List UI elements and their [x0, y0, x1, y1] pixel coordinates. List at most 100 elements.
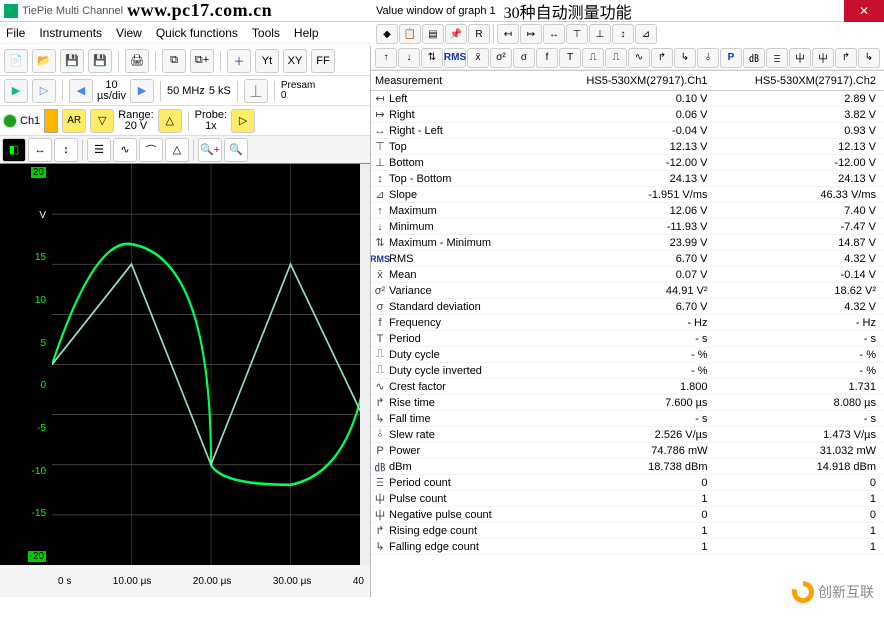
meas-row[interactable]: σStandard deviation6.70 V4.32 V	[371, 299, 884, 315]
menu-instruments[interactable]: Instruments	[39, 26, 102, 40]
meas-row[interactable]: ↳Falling edge count11	[371, 539, 884, 555]
mt-mm-icon[interactable]: ⇅	[421, 48, 443, 68]
meas-row[interactable]: ⊿Slope-1.951 V/ms46.33 V/ms	[371, 187, 884, 203]
trigger-icon[interactable]: ⏊	[244, 79, 268, 103]
ct-list-icon[interactable]: ☰	[87, 138, 111, 162]
range-value[interactable]: 20 V	[125, 121, 148, 132]
menu-quick[interactable]: Quick functions	[156, 26, 238, 40]
scopeplus-icon[interactable]: ⧉+	[190, 49, 214, 73]
meas-row[interactable]: ⼬Pulse count11	[371, 491, 884, 507]
print-icon[interactable]: 🖨	[125, 49, 149, 73]
ch-axis-icon[interactable]	[44, 109, 58, 133]
mt-fec-icon[interactable]: ↳	[858, 48, 880, 68]
ct-tri-icon[interactable]: △	[165, 138, 189, 162]
mt-crest-icon[interactable]: ∿	[628, 48, 650, 68]
ch-led-icon[interactable]	[4, 115, 16, 127]
mt-fall-icon[interactable]: ↳	[674, 48, 696, 68]
meas-row[interactable]: ⎍Duty cycle- %- %	[371, 347, 884, 363]
open-icon[interactable]: 📂	[32, 49, 56, 73]
yt-icon[interactable]: Yt	[255, 49, 279, 73]
meas-row[interactable]: σ²Variance44.91 V²18.62 V²	[371, 283, 884, 299]
close-button[interactable]: ✕	[844, 0, 884, 22]
meas-row[interactable]: PPower74.786 mW31.032 mW	[371, 443, 884, 459]
meas-row[interactable]: ㏈dBm18.738 dBm14.918 dBm	[371, 459, 884, 475]
meas-row[interactable]: ↦Right0.06 V3.82 V	[371, 107, 884, 123]
tb-right-icon[interactable]: ▶	[130, 79, 154, 103]
fft-icon[interactable]: FF	[311, 49, 335, 73]
mt-rms-icon[interactable]: RMS	[444, 48, 466, 68]
rt-bot-icon[interactable]: ⊥	[589, 24, 611, 44]
ct-sine-icon[interactable]: ∿	[113, 138, 137, 162]
ct-v-icon[interactable]: ↕	[54, 138, 78, 162]
mt-pulse-icon[interactable]: ⼬	[789, 48, 811, 68]
meas-row[interactable]: ↤Left0.10 V2.89 V	[371, 91, 884, 107]
rt-clip-icon[interactable]: 📋	[399, 24, 421, 44]
rt-slope-icon[interactable]: ⊿	[635, 24, 657, 44]
plot[interactable]	[52, 164, 370, 565]
ch-ar[interactable]: AR	[62, 109, 86, 133]
ct-zoomout-icon[interactable]: 🔍	[224, 138, 248, 162]
cursor-plus-icon[interactable]: ＋	[227, 49, 251, 73]
probe-tri-icon[interactable]: ▷	[231, 109, 255, 133]
save-icon[interactable]: 💾	[60, 49, 84, 73]
meas-row[interactable]: ⇅Maximum - Minimum23.99 V14.87 V	[371, 235, 884, 251]
rt-grid-icon[interactable]: ▤	[422, 24, 444, 44]
rt-top-icon[interactable]: ⊤	[566, 24, 588, 44]
meas-row[interactable]: ⊥Bottom-12.00 V-12.00 V	[371, 155, 884, 171]
ct-env-icon[interactable]: ⌒	[139, 138, 163, 162]
ch-down-icon[interactable]: ▽	[90, 109, 114, 133]
meas-row[interactable]: x̄Mean0.07 V-0.14 V	[371, 267, 884, 283]
menu-tools[interactable]: Tools	[252, 26, 280, 40]
meas-row[interactable]: ⼬Negative pulse count00	[371, 507, 884, 523]
mt-dutn-icon[interactable]: ⎍	[605, 48, 627, 68]
mt-freq-icon[interactable]: f	[536, 48, 558, 68]
meas-row[interactable]: fFrequency- Hz- Hz	[371, 315, 884, 331]
mt-period-icon[interactable]: T	[559, 48, 581, 68]
meas-row[interactable]: ↑Maximum12.06 V7.40 V	[371, 203, 884, 219]
menu-help[interactable]: Help	[294, 26, 319, 40]
meas-row[interactable]: ⲶPeriod count00	[371, 475, 884, 491]
meas-row[interactable]: ↱Rise time7.600 µs8.080 µs	[371, 395, 884, 411]
rt-pin-icon[interactable]: 📌	[445, 24, 467, 44]
tb-left-icon[interactable]: ◀	[69, 79, 93, 103]
mt-pc-icon[interactable]: Ⲷ	[766, 48, 788, 68]
ct-zoomin-icon[interactable]: 🔍+	[198, 138, 222, 162]
meas-row[interactable]: ↱Rising edge count11	[371, 523, 884, 539]
meas-row[interactable]: TPeriod- s- s	[371, 331, 884, 347]
timebase[interactable]: 10 µs/div	[97, 80, 126, 102]
rt-left-icon[interactable]: ↤	[497, 24, 519, 44]
samplerate-freq[interactable]: 50 MHz	[167, 85, 205, 97]
savex-icon[interactable]: 💾	[88, 49, 112, 73]
rt-cfg-icon[interactable]: ◆	[376, 24, 398, 44]
ch-up-icon[interactable]: △	[158, 109, 182, 133]
ct-h-icon[interactable]: ↔	[28, 138, 52, 162]
samplerate-samples[interactable]: 5 kS	[209, 85, 231, 97]
mt-rec-icon[interactable]: ↱	[835, 48, 857, 68]
meas-row[interactable]: ∿Crest factor1.8001.731	[371, 379, 884, 395]
meas-row[interactable]: ⫰Slew rate2.526 V/µs1.473 V/µs	[371, 427, 884, 443]
meas-row[interactable]: ↓Minimum-11.93 V-7.47 V	[371, 219, 884, 235]
meas-row[interactable]: ↳Fall time- s- s	[371, 411, 884, 427]
meas-row[interactable]: ↕Top - Bottom24.13 V24.13 V	[371, 171, 884, 187]
scrollbar-v[interactable]	[360, 164, 370, 565]
mt-slew-icon[interactable]: ⫰	[697, 48, 719, 68]
mt-var-icon[interactable]: σ²	[490, 48, 512, 68]
meas-row[interactable]: ⊤Top12.13 V12.13 V	[371, 139, 884, 155]
mt-npulse-icon[interactable]: ⼬	[812, 48, 834, 68]
probe-value[interactable]: 1x	[205, 121, 217, 132]
xy-icon[interactable]: XY	[283, 49, 307, 73]
mt-rise-icon[interactable]: ↱	[651, 48, 673, 68]
single-icon[interactable]: ▷	[32, 79, 56, 103]
meas-row[interactable]: ⎍Duty cycle inverted- %- %	[371, 363, 884, 379]
menu-view[interactable]: View	[116, 26, 142, 40]
mt-sd-icon[interactable]: σ	[513, 48, 535, 68]
rt-rl-icon[interactable]: ↔	[543, 24, 565, 44]
meas-row[interactable]: ↔Right - Left-0.04 V0.93 V	[371, 123, 884, 139]
meas-row[interactable]: RMSRMS6.70 V4.32 V	[371, 251, 884, 267]
rt-tb-icon[interactable]: ↕	[612, 24, 634, 44]
mt-pwr-icon[interactable]: P	[720, 48, 742, 68]
rt-right-icon[interactable]: ↦	[520, 24, 542, 44]
mt-dbm-icon[interactable]: ㏈	[743, 48, 765, 68]
new-icon[interactable]: 📄	[4, 49, 28, 73]
presample[interactable]: Presam 0	[281, 81, 315, 101]
